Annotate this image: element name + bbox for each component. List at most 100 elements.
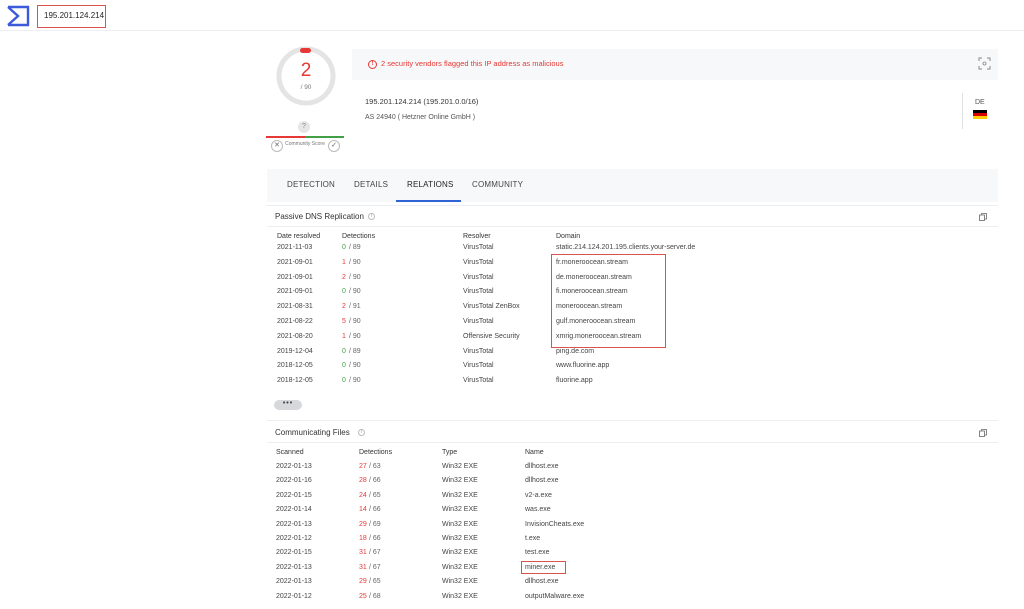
dns-copy-icon[interactable] — [979, 213, 987, 221]
search-input[interactable]: 195.201.124.214 — [37, 5, 106, 28]
section-divider — [267, 442, 998, 443]
dns-domain-link[interactable]: ping.de.com — [556, 348, 594, 355]
file-scan-date: 2022-01-13 — [276, 463, 312, 470]
files-header-type[interactable]: Type — [442, 449, 457, 456]
load-more-button[interactable]: ••• — [274, 400, 302, 410]
dns-detection-total: / 90 — [349, 258, 361, 266]
dns-detection-total: / 90 — [349, 318, 361, 325]
dns-detection-total: / 90 — [349, 273, 361, 281]
file-scan-date: 2022-01-12 — [276, 535, 312, 542]
dns-detection-total: / 90 — [349, 332, 361, 340]
moneroocean-highlight-box — [551, 254, 666, 348]
file-detection-count: 14 — [359, 506, 367, 514]
files-header-detections[interactable]: Detections — [359, 449, 392, 456]
file-scan-date: 2022-01-13 — [276, 520, 312, 528]
files-section-title: Communicating Files — [275, 428, 350, 437]
file-name-link[interactable]: test.exe — [525, 549, 550, 556]
file-name-link[interactable]: outputMalware.exe — [525, 593, 584, 600]
dns-resolver: VirusTotal — [463, 377, 494, 385]
file-type: Win32 EXE — [442, 535, 478, 542]
dns-detection-count: 0 — [342, 377, 346, 385]
file-type: Win32 EXE — [442, 477, 478, 485]
dns-resolver: VirusTotal — [463, 244, 494, 251]
file-name-link[interactable]: dllhost.exe — [525, 463, 558, 470]
file-detection-total: / 65 — [369, 578, 381, 586]
tab-detection[interactable]: DETECTION — [287, 180, 335, 189]
top-bar: 195.201.124.214 — [0, 0, 1024, 31]
score-total: / 90 — [300, 84, 312, 91]
file-type: Win32 EXE — [442, 563, 478, 571]
dns-detection-count: 1 — [342, 258, 346, 266]
dns-header-domain[interactable]: Domain — [556, 233, 580, 240]
dns-date: 2018-12-05 — [277, 377, 313, 385]
file-name-link[interactable]: dllhost.exe — [525, 477, 558, 484]
vote-harmless-close-icon[interactable]: ✕ — [271, 140, 283, 152]
dns-detection-total: / 89 — [349, 347, 361, 355]
miner-exe-highlight-box — [521, 561, 566, 574]
dns-date: 2021-11-03 — [277, 244, 313, 251]
tab-community[interactable]: COMMUNITY — [472, 180, 523, 189]
dns-detection-total: / 90 — [349, 362, 361, 370]
file-detection-count: 31 — [359, 549, 367, 557]
community-help-icon[interactable]: ? — [298, 121, 310, 133]
malicious-alert: ! 2 security vendors flagged this IP add… — [352, 49, 998, 80]
score-detections: 2 — [300, 60, 312, 81]
vote-check-icon[interactable]: ✓ — [328, 140, 340, 152]
file-detection-count: 27 — [359, 463, 367, 470]
file-detection-total: / 68 — [369, 592, 381, 600]
file-detection-total: / 66 — [369, 535, 381, 542]
dns-date: 2021-08-31 — [277, 303, 313, 311]
file-type: Win32 EXE — [442, 506, 478, 514]
file-detection-count: 25 — [359, 592, 367, 600]
dns-detection-count: 0 — [342, 347, 346, 355]
file-name-link[interactable]: was.exe — [525, 506, 551, 513]
files-header-scanned[interactable]: Scanned — [276, 449, 304, 456]
file-detection-count: 28 — [359, 477, 367, 485]
dns-detection-count: 5 — [342, 318, 346, 325]
file-name-link[interactable]: InvisionCheats.exe — [525, 521, 584, 528]
dns-detection-count: 0 — [342, 288, 346, 296]
virustotal-logo-icon[interactable] — [6, 5, 30, 27]
dns-resolver: Offensive Security — [463, 332, 520, 340]
ip-address: 195.201.124.214 (195.201.0.0/16) — [365, 97, 479, 106]
dns-domain-link[interactable]: www.fluorine.app — [556, 362, 609, 369]
dns-resolver: VirusTotal — [463, 288, 494, 296]
dns-header-detections[interactable]: Detections — [342, 233, 375, 240]
tab-relations[interactable]: RELATIONS — [407, 180, 454, 189]
file-type: Win32 EXE — [442, 491, 478, 499]
dns-info-icon[interactable]: i — [368, 213, 375, 220]
dns-domain-link[interactable]: static.214.124.201.195.clients.your-serv… — [556, 244, 695, 251]
dns-resolver: VirusTotal — [463, 273, 494, 281]
dns-detection-count: 1 — [342, 332, 346, 340]
file-name-link[interactable]: dllhost.exe — [525, 578, 558, 585]
files-copy-icon[interactable] — [979, 429, 987, 437]
as-owner[interactable]: AS 24940 ( Hetzner Online GmbH ) — [365, 114, 475, 121]
file-detection-count: 24 — [359, 491, 367, 499]
graph-expand-icon[interactable] — [978, 57, 991, 70]
file-detection-total: / 65 — [369, 491, 381, 499]
file-name-link[interactable]: t.exe — [525, 535, 540, 542]
files-info-icon[interactable]: i — [358, 429, 365, 436]
file-type: Win32 EXE — [442, 520, 478, 528]
alert-icon: ! — [368, 60, 377, 69]
detection-score: 2 / 90 — [277, 47, 335, 105]
tab-details[interactable]: DETAILS — [354, 180, 388, 189]
file-scan-date: 2022-01-14 — [276, 506, 312, 514]
file-name-link[interactable]: v2-a.exe — [525, 492, 552, 499]
dns-date: 2021-09-01 — [277, 288, 313, 296]
dns-detection-total: / 90 — [349, 377, 361, 385]
file-detection-total: / 66 — [369, 506, 381, 514]
files-header-name[interactable]: Name — [525, 449, 544, 456]
file-detection-count: 29 — [359, 578, 367, 586]
dns-domain-link[interactable]: fluorine.app — [556, 377, 593, 384]
dns-header-resolver[interactable]: Resolver — [463, 233, 491, 240]
dns-header-date[interactable]: Date resolved — [277, 233, 320, 240]
community-score-label: Community Score — [285, 141, 325, 147]
file-scan-date: 2022-01-15 — [276, 549, 312, 557]
dns-detection-total: / 90 — [349, 288, 361, 296]
dns-date: 2021-08-20 — [277, 332, 313, 340]
file-type: Win32 EXE — [442, 549, 478, 557]
dns-resolver: VirusTotal ZenBox — [463, 303, 520, 311]
dns-detection-total: / 91 — [349, 303, 361, 311]
section-divider — [267, 226, 998, 227]
